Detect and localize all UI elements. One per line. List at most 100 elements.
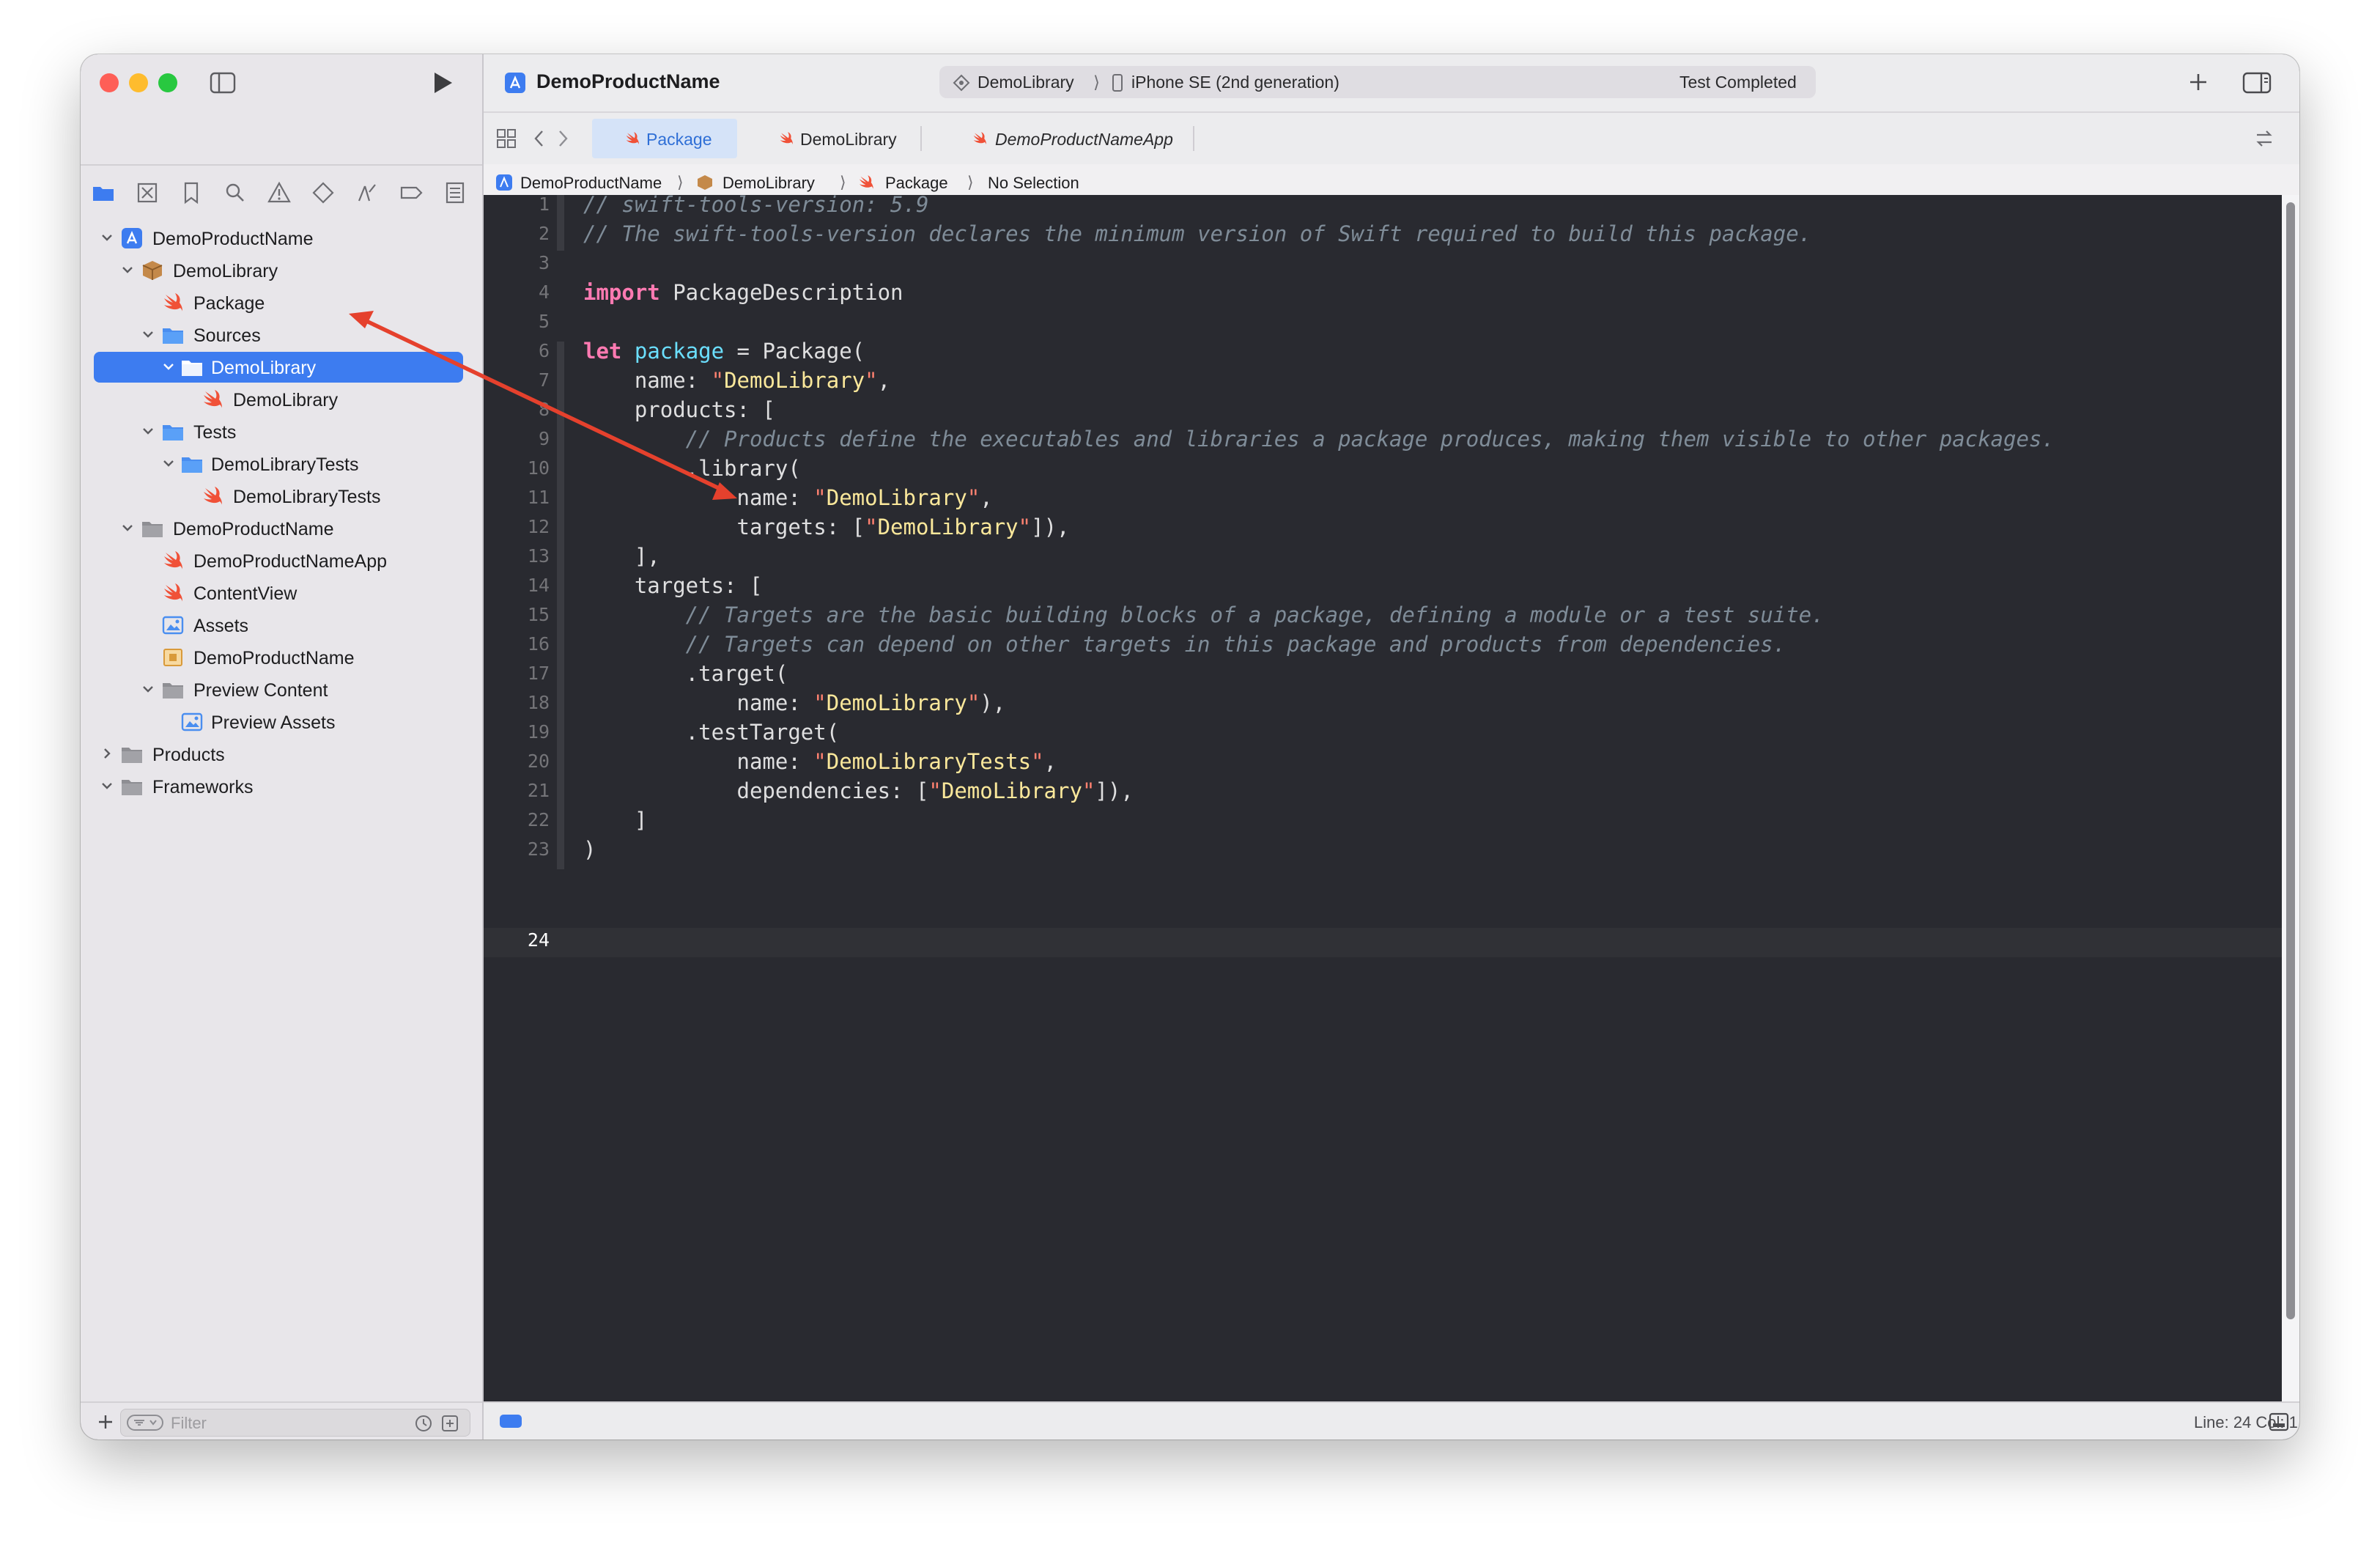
minimize-window-button[interactable] [129, 73, 148, 92]
swift-file-icon [164, 293, 182, 312]
code-line: // Targets are the basic building blocks… [583, 602, 1825, 627]
line-number: 5 [538, 311, 550, 332]
swift-file-icon [204, 390, 222, 408]
source-editor[interactable]: 1 2 3 4 5 6 7 8 9 10 11 12 13 14 15 16 1… [484, 192, 2299, 1401]
breadcrumb-item[interactable]: DemoLibrary [722, 174, 815, 193]
sidebar-toggle-icon[interactable] [210, 72, 236, 94]
xcode-window: DemoProductName DemoLibrary Package Sour… [81, 54, 2299, 1440]
issue-navigator-icon[interactable] [267, 180, 292, 205]
destination-selector[interactable]: iPhone SE (2nd generation) [1131, 73, 1339, 92]
filter-options-icon[interactable] [127, 1415, 163, 1431]
chevron-down-icon[interactable] [141, 682, 155, 696]
tree-item-package-swift[interactable]: Package [94, 287, 463, 318]
navigator-selector-bar [81, 111, 482, 204]
scrollbar-thumb[interactable] [2286, 202, 2295, 1319]
report-navigator-icon[interactable] [443, 180, 468, 205]
debug-area-toggle-icon[interactable] [500, 1415, 522, 1428]
breadcrumb-item[interactable]: DemoProductName [520, 174, 662, 193]
library-add-icon[interactable] [2184, 67, 2213, 97]
entitlements-icon [163, 649, 182, 666]
chevron-down-icon[interactable] [141, 424, 155, 438]
source-control-filter-icon[interactable] [440, 1414, 459, 1433]
related-items-grid-icon[interactable] [495, 128, 517, 150]
bookmark-navigator-icon[interactable] [179, 180, 204, 205]
tree-item-frameworks[interactable]: Frameworks [94, 771, 463, 802]
code-fold-ribbon[interactable] [557, 342, 564, 869]
debug-navigator-icon[interactable] [355, 180, 380, 205]
chevron-down-icon[interactable] [141, 327, 155, 342]
tree-item-contentview[interactable]: ContentView [94, 578, 463, 608]
tree-item-assets[interactable]: Assets [94, 610, 463, 641]
breakpoint-navigator-icon[interactable] [399, 180, 424, 205]
test-navigator-icon[interactable] [311, 180, 336, 205]
minimap-toggle-icon[interactable] [2269, 1412, 2289, 1432]
tree-item-app-swift[interactable]: DemoProductNameApp [94, 545, 463, 576]
tree-item-label: DemoProductNameApp [193, 551, 388, 572]
back-chevron-icon[interactable] [531, 128, 548, 150]
tab-package[interactable]: Package [592, 119, 737, 158]
chevron-right-icon[interactable] [100, 746, 114, 761]
chevron-down-icon[interactable] [100, 230, 114, 245]
swift-file-icon [780, 132, 793, 145]
breadcrumb-item[interactable]: No Selection [988, 174, 1079, 193]
line-number: 14 [527, 575, 550, 596]
tab-demolibrary[interactable]: DemoLibrary [737, 119, 920, 158]
close-window-button[interactable] [100, 73, 119, 92]
code-fold-ribbon[interactable] [557, 195, 564, 251]
line-number: 6 [538, 340, 550, 361]
tab-label: DemoProductNameApp [995, 130, 1173, 149]
code-line: let package = Package( [583, 339, 865, 364]
forward-chevron-icon[interactable] [554, 128, 572, 150]
tree-item-demolibrary-swift[interactable]: DemoLibrary [94, 384, 463, 415]
tree-item-demolibrarytests-swift[interactable]: DemoLibraryTests [94, 481, 463, 512]
tree-item-label: DemoLibrary [173, 261, 278, 281]
group-folder-icon [122, 748, 142, 763]
tab-label: Package [646, 130, 712, 149]
line-number: 1 [538, 194, 550, 215]
tree-item-entitlements[interactable]: DemoProductName [94, 642, 463, 673]
line-number: 11 [527, 487, 550, 508]
find-navigator-icon[interactable] [223, 180, 248, 205]
code-line: ] [583, 808, 648, 833]
iphone-device-icon [1112, 74, 1123, 92]
zoom-window-button[interactable] [158, 73, 177, 92]
tree-item-package[interactable]: DemoLibrary [94, 255, 463, 286]
tree-item-project[interactable]: DemoProductName [94, 223, 463, 254]
scheme-selector[interactable]: DemoLibrary [978, 73, 1074, 92]
source-control-navigator-icon[interactable] [135, 180, 160, 205]
tree-item-preview-content[interactable]: Preview Content [94, 674, 463, 705]
breadcrumb-item[interactable]: Package [885, 174, 948, 193]
folder-navigator-icon[interactable] [91, 180, 116, 205]
code-line: .library( [583, 456, 801, 481]
recent-files-icon[interactable] [414, 1414, 433, 1433]
refresh-swap-icon[interactable] [2254, 128, 2274, 150]
code-line: targets: ["DemoLibrary"]), [583, 515, 1070, 539]
tab-demoproductnameapp[interactable]: DemoProductNameApp [922, 119, 1193, 158]
filter-field[interactable]: Filter [120, 1409, 470, 1437]
chevron-down-icon[interactable] [120, 520, 135, 535]
tree-item-products[interactable]: Products [94, 739, 463, 770]
tree-item-demolibrary-folder[interactable]: DemoLibrary [94, 352, 463, 383]
code-line: targets: [ [583, 573, 763, 598]
tree-item-demolibrarytests-folder[interactable]: DemoLibraryTests [94, 449, 463, 479]
code-line: name: "DemoLibrary", [583, 368, 891, 393]
tree-item-preview-assets[interactable]: Preview Assets [94, 707, 463, 737]
line-number: 10 [527, 457, 550, 479]
line-number: 15 [527, 604, 550, 625]
inspector-toggle-icon[interactable] [2242, 72, 2272, 94]
navigator-filter-bar: Filter [81, 1401, 482, 1440]
run-play-icon[interactable] [431, 70, 454, 95]
tree-item-label: Sources [193, 325, 261, 346]
chevron-down-icon[interactable] [120, 262, 135, 277]
tree-item-tests[interactable]: Tests [94, 416, 463, 447]
tree-item-sources[interactable]: Sources [94, 320, 463, 350]
code-line: import PackageDescription [583, 280, 903, 305]
code-line: // The swift-tools-version declares the … [583, 221, 1812, 246]
chevron-down-icon[interactable] [161, 456, 176, 471]
vertical-scrollbar[interactable] [2282, 195, 2299, 1401]
add-icon[interactable] [97, 1413, 114, 1431]
chevron-down-icon[interactable] [161, 359, 176, 374]
chevron-down-icon[interactable] [100, 778, 114, 793]
tree-item-app-group[interactable]: DemoProductName [94, 513, 463, 544]
tree-item-label: Products [152, 745, 225, 765]
